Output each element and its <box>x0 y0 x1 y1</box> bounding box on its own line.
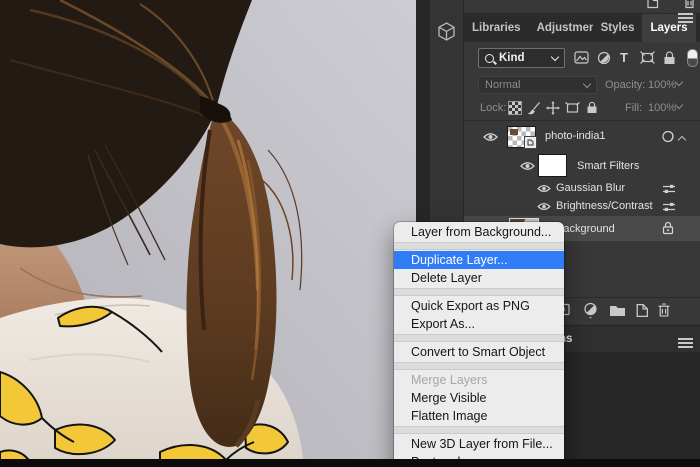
visibility-eye-icon[interactable] <box>483 132 498 142</box>
filter-settings-icon[interactable] <box>662 201 676 213</box>
new-layer-icon[interactable] <box>645 0 659 9</box>
menu-separator <box>394 426 564 434</box>
layer-row-brightness-contrast[interactable]: Brightness/Contrast <box>464 198 700 216</box>
photoshop-window: Libraries Adjustments Styles Layers Kind… <box>0 0 700 467</box>
visibility-eye-icon[interactable] <box>520 161 535 171</box>
lower-panel-menu-icon[interactable] <box>678 338 693 340</box>
menu-item-quick-export-png[interactable]: Quick Export as PNG <box>394 297 564 315</box>
bottom-bar <box>0 459 700 467</box>
smart-filter-badge-icon[interactable] <box>661 129 676 144</box>
lock-artboard-icon[interactable] <box>565 102 580 114</box>
layer-name: Gaussian Blur <box>556 182 626 194</box>
filter-smart-object-icon[interactable] <box>663 51 676 65</box>
delete-layer-icon[interactable] <box>657 302 671 318</box>
tab-styles-label: Styles <box>600 22 635 34</box>
chevron-down-icon <box>582 79 592 88</box>
layer-row-photo-india1[interactable]: photo-india1 <box>464 123 700 151</box>
adjustment-layer-icon[interactable] <box>583 302 598 319</box>
tab-adjustments-label: Adjustments <box>536 22 593 34</box>
menu-item-merge-layers: Merge Layers <box>411 373 488 387</box>
filter-settings-icon[interactable] <box>662 183 676 195</box>
filter-type-icon[interactable]: T <box>620 50 628 65</box>
layer-name: Background <box>556 223 615 235</box>
blend-mode-value: Normal <box>485 79 521 91</box>
photo-woman-ponytail <box>0 0 416 467</box>
tab-styles[interactable]: Styles <box>593 14 643 42</box>
layer-row-gaussian-blur[interactable]: Gaussian Blur <box>464 180 700 198</box>
menu-item-convert-to-smart-object[interactable]: Convert to Smart Object <box>394 343 564 361</box>
menu-separator <box>394 362 564 370</box>
search-icon <box>485 53 494 63</box>
tab-layers-label: Layers <box>650 22 688 34</box>
blend-mode-dropdown[interactable]: Normal <box>478 76 597 94</box>
visibility-eye-icon[interactable] <box>537 202 551 211</box>
panel-menu-icon[interactable] <box>678 13 693 15</box>
new-layer-icon[interactable] <box>634 303 649 318</box>
canvas-photo[interactable] <box>0 0 416 467</box>
layer-context-menu: Layer from Background... Duplicate Layer… <box>394 222 564 467</box>
lock-transparent-pixels-icon[interactable] <box>508 101 522 115</box>
panel-tab-bar: Libraries Adjustments Styles Layers <box>464 14 700 42</box>
lock-row: Lock: Fill: 100% <box>464 100 700 118</box>
filter-adjustment-icon[interactable] <box>597 51 611 65</box>
menu-separator <box>394 242 564 250</box>
menu-item-new-3d-layer[interactable]: New 3D Layer from File... <box>394 435 564 453</box>
lock-label: Lock: <box>480 102 507 114</box>
opacity-label: Opacity: <box>605 79 646 91</box>
panel-above-strip <box>464 0 700 14</box>
fill-label: Fill: <box>625 102 643 114</box>
filter-toggle-switch[interactable] <box>687 49 698 67</box>
chevron-down-icon <box>550 52 560 61</box>
menu-item-delete-layer[interactable]: Delete Layer <box>394 269 564 287</box>
tab-layers[interactable]: Layers <box>642 14 696 42</box>
tab-libraries-label: Libraries <box>472 22 521 34</box>
smart-filters-mask-thumbnail[interactable] <box>538 154 567 177</box>
layer-thumbnail[interactable] <box>507 126 537 149</box>
smart-object-badge-icon <box>524 136 537 149</box>
new-group-folder-icon[interactable] <box>609 304 626 317</box>
tab-libraries[interactable]: Libraries <box>464 14 529 42</box>
kind-label: Kind <box>499 52 525 64</box>
filter-shape-icon[interactable] <box>640 51 655 64</box>
layer-name: Smart Filters <box>577 160 640 172</box>
lock-all-icon[interactable] <box>586 101 598 114</box>
visibility-eye-icon[interactable] <box>537 184 551 193</box>
menu-item-duplicate-layer[interactable]: Duplicate Layer... <box>394 251 564 269</box>
layer-filter-row: Kind T <box>464 48 700 70</box>
menu-separator <box>394 288 564 296</box>
3d-panel-icon[interactable] <box>436 21 457 42</box>
filter-image-icon[interactable] <box>574 51 589 64</box>
menu-item-export-as[interactable]: Export As... <box>394 315 564 333</box>
lock-move-icon[interactable] <box>546 101 560 115</box>
menu-separator <box>394 334 564 342</box>
fill-value[interactable]: 100% <box>648 102 676 114</box>
menu-item-merge-visible[interactable]: Merge Visible <box>394 389 564 407</box>
collapse-caret-icon[interactable] <box>677 135 687 145</box>
tab-adjustments[interactable]: Adjustments <box>529 14 593 42</box>
menu-item-flatten-image[interactable]: Flatten Image <box>394 407 564 425</box>
layer-name: photo-india1 <box>545 130 606 142</box>
kind-filter-dropdown[interactable]: Kind <box>478 48 565 68</box>
blend-row: Normal Opacity: 100% <box>464 76 700 96</box>
layer-row-smart-filters[interactable]: Smart Filters <box>464 152 700 179</box>
opacity-value[interactable]: 100% <box>648 79 676 91</box>
menu-item-layer-from-background[interactable]: Layer from Background... <box>394 223 564 241</box>
layer-lock-icon[interactable] <box>662 221 674 235</box>
layer-name: Brightness/Contrast <box>556 200 653 212</box>
delete-layer-icon[interactable] <box>683 0 696 9</box>
lock-brush-icon[interactable] <box>528 101 541 115</box>
